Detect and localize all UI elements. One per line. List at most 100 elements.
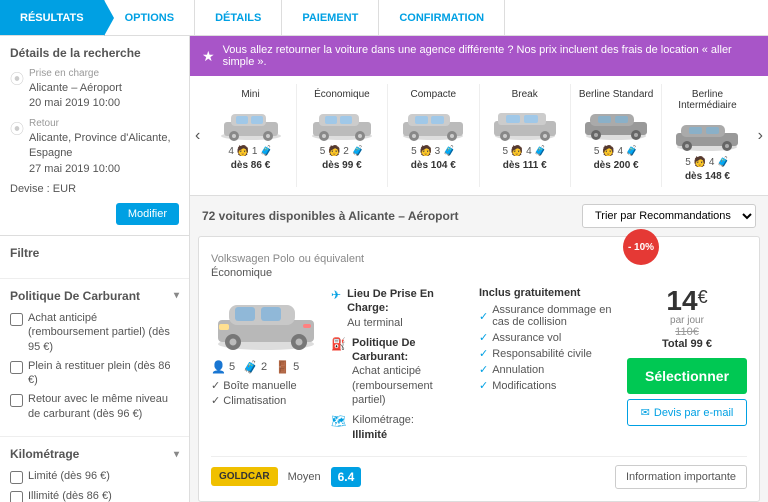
price-total: Total 99 € (662, 338, 712, 350)
car-info: Volkswagen Polo ou équivalent Économique (211, 249, 747, 489)
pickup-date-time: 20 mai 2019 10:00 (29, 96, 122, 111)
price-currency: € (698, 287, 708, 308)
email-button[interactable]: ✉ Devis par e-mail (627, 399, 747, 426)
eco-car-svg (307, 104, 377, 142)
feature-ac: Climatisation (211, 394, 321, 407)
car-categories: ‹ Mini 4 � (190, 76, 768, 196)
return-date-time: 27 mai 2019 10:00 (29, 162, 179, 177)
chevron-down-icon: ▾ (174, 290, 179, 301)
mini-car-image (210, 103, 290, 143)
berline-std-svg (581, 104, 651, 142)
return-section: ⦿ Retour Alicante, Province d'Alicante, … (10, 118, 179, 177)
included-section: Inclus gratuitement ✓ Assurance dommage … (479, 287, 617, 448)
fuel-checkbox-1[interactable] (10, 313, 23, 326)
category-berline-standard[interactable]: Berline Standard 5 🧑 4 🧳 (571, 84, 662, 187)
price-main: 14 (666, 287, 697, 315)
return-label: Retour (29, 118, 179, 129)
fuel-policy-title[interactable]: Politique De Carburant ▾ (10, 289, 179, 303)
break-car-image (485, 103, 565, 143)
card-bottom: GOLDCAR Moyen 6.4 Information importante (211, 456, 747, 489)
check-icon-4: ✓ (479, 363, 488, 376)
included-item-5: ✓ Modifications (479, 379, 617, 392)
berline-int-car-image (667, 114, 747, 154)
fuel-icon: ⛽ (331, 337, 346, 351)
doors-spec: 🚪 5 (275, 360, 299, 374)
rating-badge: 6.4 (331, 467, 362, 487)
important-info-button[interactable]: Information importante (615, 465, 747, 489)
categories-scroll: Mini 4 🧑 1 🧳 dès 86 € (205, 84, 752, 187)
category-mini[interactable]: Mini 4 🧑 1 🧳 dès 86 € (205, 84, 296, 187)
fuel-checkbox-3[interactable] (10, 394, 23, 407)
km-checkbox-2[interactable] (10, 491, 23, 502)
fuel-option-1: Achat anticipé (remboursement partiel) (… (10, 311, 179, 354)
included-item-3: ✓ Responsabilité civile (479, 347, 617, 360)
check-icon-5: ✓ (479, 379, 488, 392)
fuel-detail: ⛽ Politique De Carburant: Achat anticipé… (331, 336, 469, 407)
km-title[interactable]: Kilométrage ▾ (10, 447, 179, 461)
km-section: Kilométrage ▾ Limité (dès 96 €) Illimité… (0, 437, 189, 502)
break-car-svg (490, 104, 560, 142)
filter-section: Filtre (0, 236, 189, 279)
sidebar: Détails de la recherche ⦿ Prise en charg… (0, 36, 190, 502)
check-icon-3: ✓ (479, 347, 488, 360)
person-icon: 👤 (211, 360, 226, 374)
select-button[interactable]: Sélectionner (627, 358, 747, 394)
price-section: 14 € par jour 110€ Total 99 € Sélectionn… (627, 287, 747, 448)
car-subtitle: Économique (211, 267, 747, 279)
results-header: 72 voitures disponibles à Alicante – Aér… (190, 196, 768, 236)
discount-badge: - 10% (623, 229, 659, 265)
price-per-day: par jour (670, 315, 704, 326)
pickup-label: Prise en charge (29, 68, 122, 79)
tab-confirmation[interactable]: CONFIRMATION (379, 0, 505, 35)
fuel-policy-section: Politique De Carburant ▾ Achat anticipé … (0, 279, 189, 437)
bag-icon: 🧳 (243, 360, 258, 374)
car-features: Boîte manuelle Climatisation (211, 379, 321, 407)
tab-resultats[interactable]: RÉSULTATS (0, 0, 105, 35)
tab-paiement[interactable]: PAIEMENT (282, 0, 379, 35)
car-image-section: 👤 5 🧳 2 🚪 5 (211, 287, 321, 448)
fuel-checkbox-2[interactable] (10, 361, 23, 374)
pickup-location: Alicante – Aéroport (29, 81, 122, 96)
category-economique[interactable]: Économique 5 🧑 2 🧳 dès 99 (297, 84, 388, 187)
results-count: 72 voitures disponibles à Alicante – Aér… (202, 209, 459, 223)
km-detail: 🗺 Kilométrage: Illimité (331, 413, 469, 442)
feature-gearbox: Boîte manuelle (211, 379, 321, 392)
persons-spec: 👤 5 (211, 360, 235, 374)
main-layout: Détails de la recherche ⦿ Prise en charg… (0, 36, 768, 502)
polo-car-image (211, 287, 321, 352)
devise-row: Devise : EUR (10, 183, 179, 195)
pin-icon: ⦿ (10, 69, 24, 89)
scroll-right-button[interactable]: › (753, 127, 768, 145)
modify-button[interactable]: Modifier (116, 203, 179, 225)
info-banner: ★ Vous allez retourner la voiture dans u… (190, 36, 768, 76)
fuel-option-3: Retour avec le même niveau de carburant … (10, 392, 179, 421)
check-icon-1: ✓ (479, 310, 488, 323)
car-card-polo: - 10% Volkswagen Polo ou équivalent Écon… (198, 236, 760, 502)
main-content: ★ Vous allez retourner la voiture dans u… (190, 36, 768, 502)
included-item-4: ✓ Annulation (479, 363, 617, 376)
tab-options[interactable]: OPTIONS (105, 0, 196, 35)
car-main: 👤 5 🧳 2 🚪 5 (211, 287, 747, 448)
included-title: Inclus gratuitement (479, 287, 617, 299)
car-title: Volkswagen Polo ou équivalent (211, 249, 747, 265)
sort-select[interactable]: Trier par Recommandations Prix croissant… (582, 204, 756, 228)
km-option-1: Limité (dès 96 €) (10, 469, 179, 484)
road-icon: 🗺 (331, 414, 346, 428)
car-details-section: ✈ Lieu De Prise En Charge: Au terminal ⛽… (331, 287, 469, 448)
km-checkbox-1[interactable] (10, 471, 23, 484)
price-original: 110€ (675, 326, 699, 338)
pin-icon-return: ⦿ (10, 119, 24, 139)
envelope-icon: ✉ (641, 406, 650, 419)
included-item-1: ✓ Assurance dommage en cas de collision (479, 304, 617, 328)
scroll-left-button[interactable]: ‹ (190, 127, 205, 145)
tab-details[interactable]: DÉTAILS (195, 0, 282, 35)
pickup-detail: ✈ Lieu De Prise En Charge: Au terminal (331, 287, 469, 330)
search-details: Détails de la recherche ⦿ Prise en charg… (0, 36, 189, 236)
rating-label: Moyen (288, 471, 321, 483)
search-details-title: Détails de la recherche (10, 46, 179, 60)
category-berline-intermediaire[interactable]: Berline Intermédiaire 5 🧑 4 🧳 (662, 84, 752, 187)
category-break[interactable]: Break 5 🧑 4 🧳 dès 111 € (480, 84, 571, 187)
category-compacte[interactable]: Compacte 5 🧑 3 🧳 dès 104 (388, 84, 479, 187)
eco-car-image (302, 103, 382, 143)
star-icon: ★ (202, 48, 215, 65)
